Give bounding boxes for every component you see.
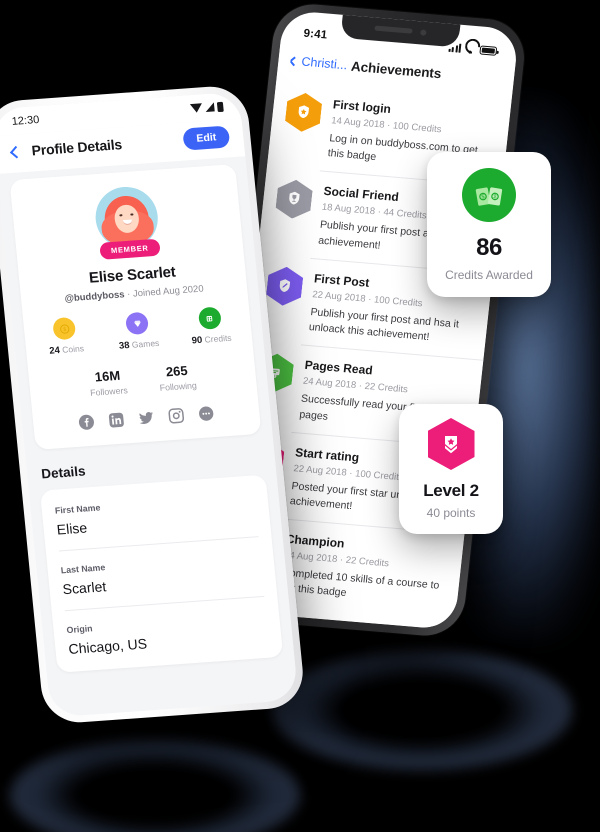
- stat-label: 38 Games: [118, 337, 160, 352]
- achievement-title: Pages Read: [303, 358, 374, 378]
- details-card: First Name Elise Last Name Scarlet Origi…: [39, 474, 284, 673]
- back-button[interactable]: Christi...: [289, 54, 348, 73]
- status-time: 12:30: [11, 113, 40, 128]
- stats-row: $ 24 Coins 38 Games 90 Credits: [35, 305, 240, 359]
- wifi-triangle-icon: [189, 103, 203, 114]
- signal-bars-icon: [447, 43, 462, 53]
- profile-handle: @buddyboss: [64, 289, 126, 305]
- page-title: Profile Details: [30, 136, 123, 159]
- back-button-label: Christi...: [300, 54, 348, 73]
- following-label: Following: [159, 380, 198, 393]
- achievement-title: First Post: [313, 271, 371, 290]
- twitter-icon[interactable]: [136, 408, 156, 427]
- gem-icon: [124, 311, 150, 336]
- floor-shadow-android: [10, 740, 300, 832]
- profile-scroll[interactable]: MEMBER Elise Scarlet @buddyboss · Joined…: [0, 156, 299, 718]
- credits-icon: [197, 306, 222, 330]
- list-item-text: Champion 24 Aug 2018 · 22 Credits Comple…: [280, 530, 450, 610]
- stat-label: 90 Credits: [191, 332, 233, 347]
- battery-icon: [216, 101, 224, 112]
- signal-icon: [204, 102, 215, 113]
- profile-joined: Joined Aug 2020: [132, 283, 205, 300]
- facebook-icon[interactable]: [77, 413, 97, 432]
- status-time: 9:41: [302, 27, 328, 42]
- back-button[interactable]: [9, 145, 23, 158]
- android-screen: 12:30 Profile Details Edit MEMBER Elise …: [0, 91, 299, 718]
- level-value: Level 2: [423, 481, 479, 500]
- separator: ·: [126, 288, 131, 301]
- level-badge-icon: [427, 418, 475, 470]
- followers-label: Followers: [89, 385, 129, 398]
- achievement-title: First login: [332, 97, 392, 117]
- credits-awarded-card: $ $ 86 Credits Awarded: [427, 152, 551, 297]
- floor-shadow-iphone: [272, 650, 572, 770]
- shield-pencil-icon: [265, 265, 304, 307]
- more-icon[interactable]: [196, 404, 216, 423]
- credits-label: Credits Awarded: [445, 268, 533, 282]
- chevron-left-icon: [289, 55, 299, 66]
- scene: 9:41 Christi... Achievements First login…: [0, 0, 600, 832]
- stat-value: 90: [191, 334, 203, 347]
- stat-credits[interactable]: 90 Credits: [180, 305, 240, 349]
- profile-card: MEMBER Elise Scarlet @buddyboss · Joined…: [9, 164, 262, 450]
- stat-label: 24 Coins: [48, 343, 85, 357]
- status-icons: [189, 101, 224, 114]
- coin-icon: $: [52, 316, 77, 341]
- following-cell[interactable]: 265 Following: [157, 362, 197, 393]
- stat-games[interactable]: 38 Games: [108, 310, 168, 354]
- follow-row: 16M Followers 265 Following: [40, 359, 244, 401]
- stat-coins[interactable]: $ 24 Coins: [35, 316, 95, 360]
- level-points: 40 points: [426, 506, 476, 520]
- money-icon: $ $: [462, 168, 516, 222]
- achievement-title: Social Friend: [322, 184, 400, 205]
- status-icons: [447, 43, 498, 56]
- avatar-wrapper: MEMBER: [92, 184, 161, 260]
- stat-value: 24: [48, 344, 61, 357]
- level-card: Level 2 40 points: [399, 404, 503, 534]
- social-links: [45, 402, 248, 434]
- followers-count: 16M: [94, 367, 121, 385]
- stat-value: 38: [118, 339, 131, 352]
- linkedin-icon[interactable]: [107, 410, 127, 429]
- status-badge: MEMBER: [99, 238, 161, 260]
- achievement-title: Champion: [285, 531, 346, 551]
- shield-star-icon: [284, 92, 323, 134]
- edit-button[interactable]: Edit: [182, 125, 231, 151]
- battery-icon: [479, 45, 498, 56]
- achievement-title: Start rating: [294, 445, 360, 465]
- instagram-icon[interactable]: [166, 406, 186, 425]
- page-title: Achievements: [350, 58, 443, 81]
- shield-trophy-icon: [275, 178, 314, 220]
- wifi-icon: [464, 44, 476, 54]
- followers-cell[interactable]: 16M Followers: [88, 367, 129, 398]
- credits-value: 86: [476, 234, 502, 261]
- following-count: 265: [165, 362, 189, 380]
